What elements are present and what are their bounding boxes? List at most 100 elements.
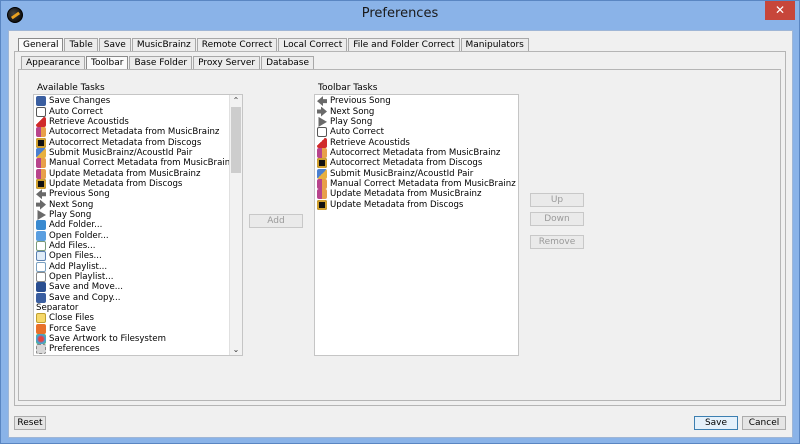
- list-item[interactable]: Retrieve Acoustids: [317, 137, 518, 148]
- list-item[interactable]: Manual Correct Metadata from MusicBrainz: [36, 158, 242, 169]
- list-item[interactable]: Submit MusicBrainz/AcoustId Pair: [36, 147, 242, 158]
- tab-save[interactable]: Save: [98, 38, 131, 51]
- save-button[interactable]: Save: [694, 416, 738, 430]
- list-item[interactable]: Update Metadata from MusicBrainz: [317, 189, 518, 200]
- list-item-label: Manual Correct Metadata from MusicBrainz: [49, 158, 235, 169]
- play-icon: [37, 209, 46, 220]
- list-item-label: Autocorrect Metadata from Discogs: [330, 158, 483, 169]
- list-item-label: Open Playlist...: [49, 272, 114, 283]
- list-item[interactable]: Add Playlist...: [36, 261, 242, 272]
- list-item[interactable]: Auto Correct: [36, 106, 242, 117]
- list-item[interactable]: Retrieve Acoustids: [36, 116, 242, 127]
- cancel-button[interactable]: Cancel: [742, 416, 786, 430]
- autocorrect-icon: [36, 106, 46, 117]
- add-playlist-icon: [36, 261, 46, 272]
- tab-file-and-folder-correct[interactable]: File and Folder Correct: [348, 38, 460, 51]
- list-item[interactable]: Update Metadata from MusicBrainz: [36, 168, 242, 179]
- scroll-up-icon[interactable]: ⌃: [230, 95, 242, 106]
- list-item[interactable]: Open Playlist...: [36, 272, 242, 283]
- list-item-label: Next Song: [330, 106, 375, 117]
- musicbrainz-icon: [36, 158, 46, 169]
- list-item[interactable]: Next Song: [317, 106, 518, 117]
- list-item[interactable]: Autocorrect Metadata from Discogs: [317, 158, 518, 169]
- discogs-icon: [317, 199, 327, 210]
- list-item-label: Update Metadata from MusicBrainz: [330, 189, 482, 200]
- tab-local-correct[interactable]: Local Correct: [278, 38, 348, 51]
- list-item[interactable]: Next Song: [36, 199, 242, 210]
- list-item[interactable]: Open Files...: [36, 251, 242, 262]
- list-item-label: Separator: [36, 303, 79, 314]
- subtab-proxy-server[interactable]: Proxy Server: [193, 56, 261, 69]
- list-item-label: Submit MusicBrainz/AcoustId Pair: [49, 147, 193, 158]
- save-copy-icon: [36, 292, 46, 303]
- remove-button[interactable]: Remove: [530, 235, 584, 249]
- up-button[interactable]: Up: [530, 193, 584, 207]
- list-item-label: Update Metadata from MusicBrainz: [49, 168, 201, 179]
- subtab-toolbar[interactable]: Toolbar: [86, 56, 129, 69]
- acoustid-icon: [317, 137, 327, 148]
- list-item[interactable]: Autocorrect Metadata from MusicBrainz: [317, 147, 518, 158]
- list-item[interactable]: Force Save: [36, 323, 242, 334]
- available-tasks-label: Available Tasks: [37, 83, 105, 93]
- available-tasks-scrollbar[interactable]: ⌃ ⌄: [229, 95, 242, 355]
- available-tasks-list[interactable]: Save Changes Auto Correct Retrieve Acousti…: [33, 94, 243, 356]
- toolbar-tasks-list[interactable]: Previous Song Next Song Play Song Auto Corr…: [314, 94, 519, 356]
- list-item[interactable]: Play Song: [36, 209, 242, 220]
- artwork-icon: [36, 334, 46, 345]
- tab-musicbrainz[interactable]: MusicBrainz: [131, 38, 196, 51]
- list-item[interactable]: Update Metadata from Discogs: [36, 178, 242, 189]
- toolbar-tasks-label: Toolbar Tasks: [318, 83, 378, 93]
- list-item[interactable]: Previous Song: [317, 96, 518, 107]
- reset-button[interactable]: Reset: [14, 416, 46, 430]
- tab-general[interactable]: General: [18, 38, 64, 51]
- list-item-label: Autocorrect Metadata from Discogs: [49, 137, 202, 148]
- list-item-label: Add Files...: [49, 240, 96, 251]
- previous-icon: [36, 189, 46, 200]
- tab-manipulators[interactable]: Manipulators: [460, 38, 529, 51]
- next-icon: [36, 199, 46, 210]
- list-item[interactable]: Submit MusicBrainz/AcoustId Pair: [317, 168, 518, 179]
- discogs-icon: [36, 137, 46, 148]
- previous-icon: [317, 96, 327, 107]
- list-item[interactable]: Update Metadata from Discogs: [317, 199, 518, 210]
- list-item[interactable]: Save Changes: [36, 96, 242, 107]
- add-button[interactable]: Add: [249, 214, 303, 228]
- scroll-down-icon[interactable]: ⌄: [230, 344, 242, 355]
- main-tab-strip: General Table Save MusicBrainz Remote Correc…: [18, 38, 530, 51]
- list-item[interactable]: Previous Song: [36, 189, 242, 200]
- list-item-label: Update Metadata from Discogs: [49, 178, 183, 189]
- down-button[interactable]: Down: [530, 212, 584, 226]
- musicbrainz-icon: [317, 178, 327, 189]
- list-item[interactable]: Preferences: [36, 344, 242, 355]
- list-item[interactable]: Save Artwork to Filesystem: [36, 334, 242, 345]
- acoustid-icon: [36, 116, 46, 127]
- list-item[interactable]: Add Files...: [36, 240, 242, 251]
- list-item[interactable]: Autocorrect Metadata from MusicBrainz: [36, 127, 242, 138]
- list-item[interactable]: Close Files: [36, 313, 242, 324]
- subtab-appearance[interactable]: Appearance: [21, 56, 86, 69]
- list-item[interactable]: Save and Move...: [36, 282, 242, 293]
- next-icon: [317, 106, 327, 117]
- window-title: Preferences: [361, 6, 439, 21]
- discogs-icon: [317, 158, 327, 169]
- musicbrainz-icon: [36, 127, 46, 138]
- tab-table[interactable]: Table: [64, 38, 98, 51]
- list-item[interactable]: Open Folder...: [36, 230, 242, 241]
- close-button[interactable]: ✕: [765, 1, 795, 20]
- list-item[interactable]: Save and Copy...: [36, 292, 242, 303]
- list-item-label: Manual Correct Metadata from MusicBrainz: [330, 178, 516, 189]
- list-item[interactable]: Auto Correct: [317, 127, 518, 138]
- tab-remote-correct[interactable]: Remote Correct: [196, 38, 278, 51]
- preferences-icon: [36, 344, 46, 355]
- list-item-label: Open Folder...: [49, 230, 109, 241]
- autocorrect-icon: [317, 127, 327, 138]
- subtab-database[interactable]: Database: [261, 56, 315, 69]
- list-item[interactable]: Add Folder...: [36, 220, 242, 231]
- list-item[interactable]: Manual Correct Metadata from MusicBrainz: [317, 178, 518, 189]
- list-item[interactable]: Separator: [36, 303, 242, 313]
- scroll-thumb[interactable]: [231, 107, 241, 173]
- list-item[interactable]: Play Song: [317, 116, 518, 127]
- subtab-base-folder[interactable]: Base Folder: [129, 56, 193, 69]
- list-item-label: Retrieve Acoustids: [330, 137, 410, 148]
- list-item[interactable]: Autocorrect Metadata from Discogs: [36, 137, 242, 148]
